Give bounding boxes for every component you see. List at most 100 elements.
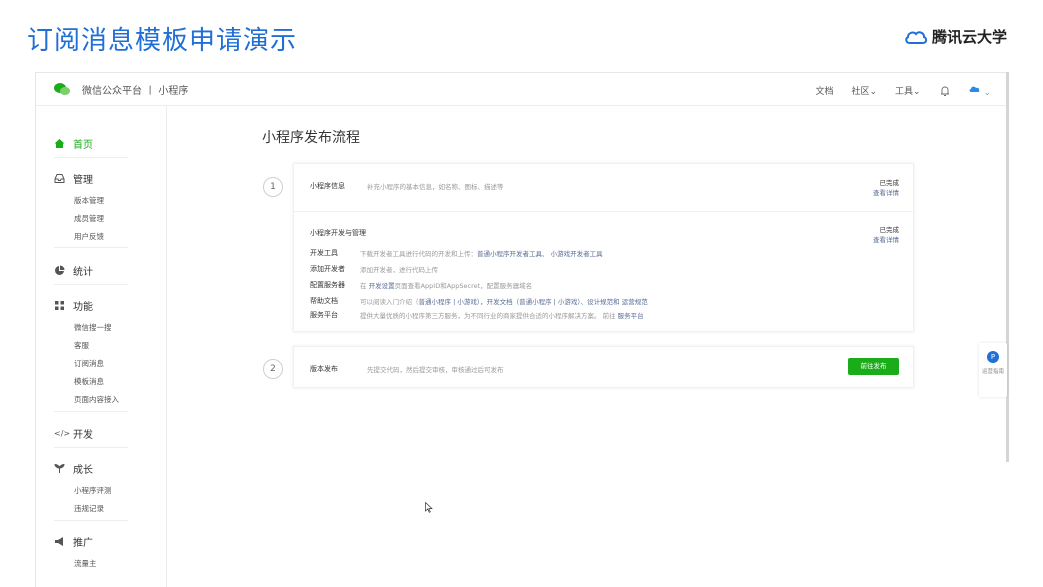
sidebar-item-growth[interactable]: 成长 — [54, 461, 93, 476]
sidebar-item-stats[interactable]: 统计 — [54, 263, 93, 278]
sidebar-item-label: 推广 — [73, 538, 93, 549]
row-key: 添加开发者 — [310, 265, 345, 273]
view-details-link[interactable]: 查看详情 — [873, 234, 899, 244]
sidebar-item-label: 统计 — [73, 267, 93, 278]
row-desc: 添加开发者，进行代码上传 — [360, 266, 438, 274]
nav-tools-label: 工具 — [895, 87, 914, 97]
brand-name: 腾讯云大学 — [931, 28, 1007, 46]
sidebar-sub-subscribe-msg[interactable]: 订阅消息 — [74, 358, 104, 369]
sidebar-item-manage[interactable]: 管理 — [54, 171, 93, 186]
sidebar-divider — [54, 247, 128, 248]
row-desc-text: 下载开发者工具进行代码的开发和上传： — [360, 250, 477, 258]
sprout-icon — [54, 463, 65, 473]
status-text: 已完成 — [879, 179, 900, 187]
brand-logo: 腾讯云大学 — [904, 26, 1007, 47]
row-key: 服务平台 — [310, 311, 338, 319]
bell-icon[interactable] — [939, 85, 951, 97]
ops-guide-floater[interactable]: P 运营指南 — [979, 343, 1007, 397]
row-key: 配置服务器 — [310, 281, 345, 289]
top-nav: 文档 社区⌄ 工具⌄ ⌄ — [815, 83, 991, 98]
row-desc-text: 页面查看AppID和AppSecret，配置服务器域名 — [394, 282, 533, 290]
scrollbar[interactable] — [1006, 72, 1009, 462]
sidebar-item-label: 开发 — [73, 430, 93, 441]
go-publish-button[interactable]: 前往发布 — [848, 358, 899, 375]
row-desc-text: 提供大量优质的小程序第三方服务，为不同行业的商家提供合适的小程序解决方案。 前往 — [360, 312, 618, 320]
dev-manage-label: 小程序开发与管理 — [310, 229, 366, 237]
sidebar: 首页 管理 版本管理 成员管理 用户反馈 统计 功能 微信搜一搜 客服 订阅消息… — [36, 106, 167, 587]
cloud-icon — [905, 30, 928, 44]
mini-info-status: 已完成 查看详情 — [873, 177, 899, 197]
sidebar-divider — [54, 157, 128, 158]
row-desc: 在 开发设置页面查看AppID和AppSecret，配置服务器域名 — [360, 280, 532, 290]
slide-title: 订阅消息模板申请演示 — [27, 26, 298, 56]
dev-settings-link[interactable]: 开发设置 — [369, 282, 395, 290]
row-desc: 可以阅读入门介绍（普通小程序 | 小游戏），开发文档（普通小程序 | 小游戏）、… — [360, 296, 648, 306]
nav-community-label: 社区 — [851, 87, 870, 97]
release-label: 版本发布 — [310, 365, 338, 373]
view-details-link[interactable]: 查看详情 — [873, 187, 899, 197]
sidebar-item-label: 首页 — [73, 140, 93, 151]
step2-card: 版本发布 先提交代码，然后提交审核，审核通过后可发布 前往发布 — [293, 346, 914, 388]
megaphone-icon — [55, 537, 63, 546]
platform-title: 微信公众平台 丨 小程序 — [82, 86, 189, 97]
sidebar-item-home[interactable]: 首页 — [54, 136, 93, 151]
sidebar-divider — [54, 411, 128, 412]
row-key: 开发工具 — [310, 249, 338, 257]
docs-link[interactable]: ），开发文档（普通小程序 | 小游戏）、设计规范和 运营规范 — [477, 298, 648, 306]
chevron-down-icon: ⌄ — [983, 88, 991, 98]
sidebar-sub-version[interactable]: 版本管理 — [74, 195, 104, 206]
sidebar-sub-violations[interactable]: 违规记录 — [74, 503, 104, 514]
pie-chart-icon — [55, 265, 65, 275]
nav-community[interactable]: 社区⌄ — [851, 84, 877, 97]
sidebar-item-dev[interactable]: </> 开发 — [54, 426, 93, 441]
ops-guide-text: 运营指南 — [981, 369, 1004, 375]
top-bar: 微信公众平台 丨 小程序 文档 社区⌄ 工具⌄ ⌄ — [36, 73, 1009, 106]
sidebar-item-label: 管理 — [73, 175, 93, 186]
grid-icon — [55, 301, 64, 310]
sidebar-sub-page-content[interactable]: 页面内容接入 — [74, 394, 119, 405]
row-key: 帮助文档 — [310, 297, 338, 305]
devtools-link[interactable]: 普通小程序开发者工具、 小游戏开发者工具 — [477, 250, 603, 258]
sidebar-item-promo[interactable]: 推广 — [54, 534, 93, 549]
sidebar-divider — [54, 284, 128, 285]
inbox-icon — [54, 174, 65, 183]
row-desc-text: 可以阅读入门介绍（ — [360, 298, 419, 306]
sidebar-item-features[interactable]: 功能 — [54, 298, 93, 313]
avatar-cloud-icon — [969, 86, 979, 92]
release-desc: 先提交代码，然后提交审核，审核通过后可发布 — [367, 366, 504, 374]
account-menu[interactable]: ⌄ — [969, 83, 991, 98]
mini-info-desc: 补充小程序的基本信息，如名称、图标、描述等 — [367, 183, 504, 191]
mouse-cursor-icon — [425, 502, 433, 513]
sidebar-sub-evaluate[interactable]: 小程序评测 — [74, 485, 112, 496]
sidebar-sub-template-msg[interactable]: 模板消息 — [74, 376, 104, 387]
dev-manage-status: 已完成 查看详情 — [873, 224, 899, 244]
ops-guide-icon: P — [987, 351, 999, 363]
step-number-1: 1 — [263, 177, 283, 197]
nav-tools[interactable]: 工具⌄ — [895, 84, 921, 97]
row-desc-text: 在 — [360, 282, 369, 290]
service-platform-link[interactable]: 服务平台 — [618, 312, 644, 320]
sidebar-sub-feedback[interactable]: 用户反馈 — [74, 231, 104, 242]
home-icon — [54, 139, 65, 148]
code-icon: </> — [54, 429, 71, 438]
wechat-logo-icon — [54, 83, 70, 95]
step-number-2: 2 — [263, 359, 283, 379]
mini-info-label: 小程序信息 — [310, 182, 345, 190]
sidebar-item-label: 成长 — [73, 465, 93, 476]
page-title: 小程序发布流程 — [262, 130, 360, 146]
row-desc: 提供大量优质的小程序第三方服务，为不同行业的商家提供合适的小程序解决方案。 前往… — [360, 310, 644, 320]
sidebar-sub-traffic[interactable]: 流量主 — [74, 558, 97, 569]
sidebar-divider — [54, 520, 128, 521]
card-divider — [294, 211, 913, 212]
sidebar-sub-service[interactable]: 客服 — [74, 340, 89, 351]
sidebar-sub-search[interactable]: 微信搜一搜 — [74, 322, 112, 333]
step1-card: 小程序信息 补充小程序的基本信息，如名称、图标、描述等 已完成 查看详情 小程序… — [293, 163, 914, 332]
browser-window: 微信公众平台 丨 小程序 文档 社区⌄ 工具⌄ ⌄ 首页 管理 版本管理 成员管… — [35, 72, 1009, 587]
sidebar-sub-members[interactable]: 成员管理 — [74, 213, 104, 224]
intro-link[interactable]: 普通小程序 | 小游戏 — [419, 298, 477, 306]
sidebar-divider — [54, 447, 128, 448]
row-desc: 下载开发者工具进行代码的开发和上传：普通小程序开发者工具、 小游戏开发者工具 — [360, 248, 603, 258]
status-text: 已完成 — [879, 226, 900, 234]
sidebar-item-label: 功能 — [73, 302, 93, 313]
nav-docs[interactable]: 文档 — [815, 84, 833, 97]
